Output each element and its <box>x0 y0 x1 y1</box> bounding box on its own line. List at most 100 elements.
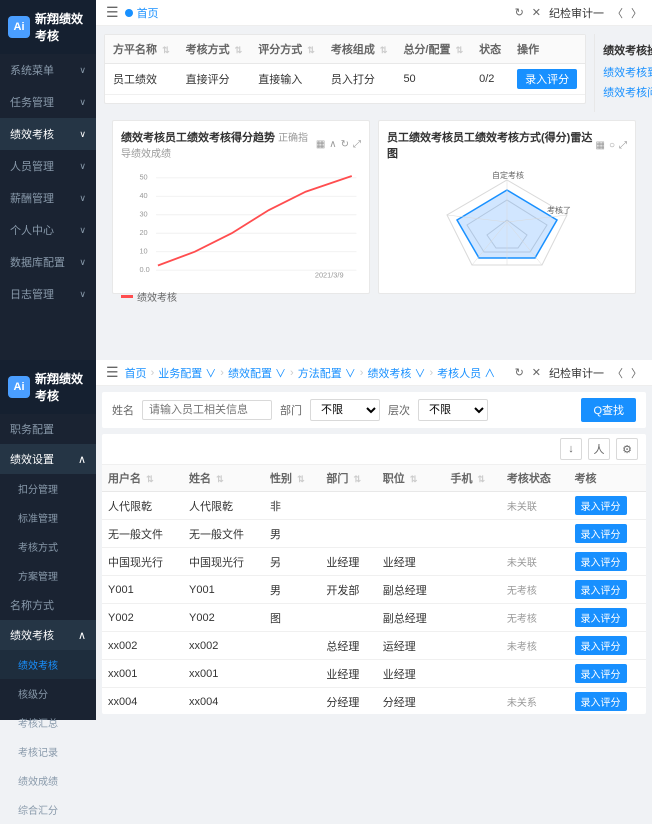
sidebar2-item-deduct[interactable]: 扣分管理 <box>0 474 96 503</box>
col-score: 评分方式 ⇅ <box>250 35 323 64</box>
bc-methodconf[interactable]: 方法配置 ∨ <box>298 365 356 381</box>
main1: ☰ 首页 ↻ ✕ 纪检审计一 〈 〉 <box>96 0 652 360</box>
toolbar-download-icon[interactable]: ↓ <box>560 438 582 460</box>
filter-role-select[interactable]: 不限 <box>418 399 488 421</box>
sidebar2-item-record[interactable]: 考核记录 <box>0 737 96 766</box>
enter-btn[interactable]: 录入评分 <box>575 692 627 711</box>
toolbar-user-icon[interactable]: 人 <box>588 438 610 460</box>
sidebar-item-perf[interactable]: 绩效考核 ∨ <box>0 118 96 150</box>
toolbar-settings-icon[interactable]: ⚙ <box>616 438 638 460</box>
refresh-icon[interactable]: ↻ <box>515 6 524 19</box>
cell-total: 50 <box>395 64 471 95</box>
cell-name: xx004 <box>183 688 264 715</box>
topbar2-right: ↻ ✕ 纪检审计一 〈 〉 <box>515 365 642 381</box>
cell-gender <box>264 632 320 660</box>
chart-legend: 绩效考核 <box>121 289 361 304</box>
refresh-icon2[interactable]: ↻ <box>515 366 524 379</box>
cell-phone <box>444 576 500 604</box>
right-panel-item2[interactable]: 绩效考核问 <box>603 84 652 100</box>
sort-icon: ⇅ <box>353 474 361 484</box>
table-row: 中国现光行 中国现光行 另 业经理 业经理 未关联 录入评分 <box>102 548 646 576</box>
chart-icon-expand2[interactable]: ⤢ <box>619 140 627 151</box>
sidebar2-item-position[interactable]: 职务配置 <box>0 414 96 444</box>
enter-score-btn[interactable]: 录入评分 <box>517 69 577 89</box>
sidebar-item-hr[interactable]: 人员管理 ∨ <box>0 150 96 182</box>
chart-icon-refresh[interactable]: ↻ <box>341 139 349 150</box>
cell-userid: xx004 <box>102 688 183 715</box>
chevron-down-icon: ∨ <box>79 97 86 108</box>
filter-dept-select[interactable]: 不限 <box>310 399 380 421</box>
breadcrumb2: 首页 › 业务配置 ∨ › 绩效配置 ∨ › 方法配置 ∨ › 绩效考核 ∨ ›… <box>125 365 496 381</box>
sidebar2-item-standard[interactable]: 标准管理 <box>0 503 96 532</box>
cell-status: 无考核 <box>501 576 569 604</box>
cell-gender: 图 <box>264 604 320 632</box>
nav-next-btn2[interactable]: 〉 <box>631 365 642 381</box>
sidebar-label-db: 数据库配置 <box>10 254 65 270</box>
col-total: 总分/配置 ⇅ <box>395 35 471 64</box>
chevron-down-icon: ∨ <box>79 225 86 236</box>
chart-icon-bar2[interactable]: ▦ <box>596 140 605 151</box>
enter-btn[interactable]: 录入评分 <box>575 608 627 627</box>
sort-icon: ⇅ <box>146 474 154 484</box>
topbar1: ☰ 首页 ↻ ✕ 纪检审计一 〈 〉 <box>96 0 652 26</box>
cell-userid: Y002 <box>102 604 183 632</box>
cell-action: 录入评分 <box>569 632 646 660</box>
filter-label-role: 层次 <box>388 402 410 418</box>
sidebar2-item-result[interactable]: 绩效成绩 <box>0 766 96 795</box>
sidebar-item-db[interactable]: 数据库配置 ∨ <box>0 246 96 278</box>
sidebar2-item-examway[interactable]: 考核方式 <box>0 532 96 561</box>
sidebar2-item-nameway[interactable]: 名称方式 <box>0 590 96 620</box>
sidebar2-item-perf-exam[interactable]: 绩效考核 ∧ <box>0 620 96 650</box>
chart-icon-dot2[interactable]: ○ <box>609 140 615 151</box>
close-icon2[interactable]: ✕ <box>532 366 541 379</box>
enter-btn[interactable]: 录入评分 <box>575 524 627 543</box>
sidebar-item-salary[interactable]: 薪酬管理 ∨ <box>0 182 96 214</box>
sidebar2-item-perf-settings[interactable]: 绩效设置 ∧ <box>0 444 96 474</box>
chart-icon-expand[interactable]: ⤢ <box>353 139 361 150</box>
bc-perfconf[interactable]: 绩效配置 ∨ <box>228 365 286 381</box>
hamburger-icon[interactable]: ☰ <box>106 4 119 21</box>
sidebar-item-menu[interactable]: 系统菜单 ∨ <box>0 54 96 86</box>
cell-position: 业经理 <box>377 660 445 688</box>
bc-examperson[interactable]: 考核人员 ∧ <box>437 365 495 381</box>
nav-next-btn[interactable]: 〉 <box>631 5 642 21</box>
bc-bizconf[interactable]: 业务配置 ∨ <box>158 365 216 381</box>
sidebar-item-task[interactable]: 任务管理 ∨ <box>0 86 96 118</box>
sidebar2-item-plan[interactable]: 方案管理 <box>0 561 96 590</box>
enter-btn[interactable]: 录入评分 <box>575 552 627 571</box>
hamburger-icon2[interactable]: ☰ <box>106 364 119 381</box>
chart-icon-bar[interactable]: ▦ <box>316 139 325 150</box>
cell-phone <box>444 548 500 576</box>
chart-icon-line[interactable]: ∧ <box>329 139 336 150</box>
sort-icon: ⇅ <box>235 45 243 55</box>
breadcrumb-home[interactable]: 首页 <box>137 5 159 21</box>
svg-text:50: 50 <box>139 173 147 182</box>
cell-action: 录入评分 <box>569 688 646 715</box>
sidebar-item-personal[interactable]: 个人中心 ∨ <box>0 214 96 246</box>
filter-name-input[interactable] <box>142 400 272 420</box>
sidebar2-item-level[interactable]: 核级分 <box>0 679 96 708</box>
sidebar2-item-summary[interactable]: 考核汇总 <box>0 708 96 737</box>
sidebar2-item-comp-summary[interactable]: 综合汇分 <box>0 795 96 824</box>
enter-btn[interactable]: 录入评分 <box>575 580 627 599</box>
sidebar2-item-perf-exam-sub[interactable]: 绩效考核 <box>0 650 96 679</box>
search-button[interactable]: Q查找 <box>581 398 636 422</box>
cell-gender <box>264 660 320 688</box>
nav-prev-btn2[interactable]: 〈 <box>612 365 623 381</box>
close-icon[interactable]: ✕ <box>532 6 541 19</box>
cell-name: Y001 <box>183 576 264 604</box>
enter-btn[interactable]: 录入评分 <box>575 496 627 515</box>
svg-text:自定考核: 自定考核 <box>492 170 524 180</box>
cell-name: xx001 <box>183 660 264 688</box>
topbar2: ☰ 首页 › 业务配置 ∨ › 绩效配置 ∨ › 方法配置 ∨ › 绩效考核 ∨… <box>96 360 652 386</box>
sidebar-item-log[interactable]: 日志管理 ∨ <box>0 278 96 310</box>
nav-prev-btn[interactable]: 〈 <box>612 5 623 21</box>
cell-action: 录入评分 <box>569 604 646 632</box>
enter-btn[interactable]: 录入评分 <box>575 664 627 683</box>
bc-home[interactable]: 首页 <box>125 365 147 381</box>
line-chart-title: 绩效考核员工绩效考核得分趋势 正确指导绩效成绩 ▦ ∧ ↻ ⤢ <box>121 129 361 160</box>
enter-btn[interactable]: 录入评分 <box>575 636 627 655</box>
bc-perfexam[interactable]: 绩效考核 ∨ <box>367 365 425 381</box>
right-panel-item1[interactable]: 绩效考核到稿 <box>603 64 652 80</box>
cell-dept <box>320 492 376 520</box>
